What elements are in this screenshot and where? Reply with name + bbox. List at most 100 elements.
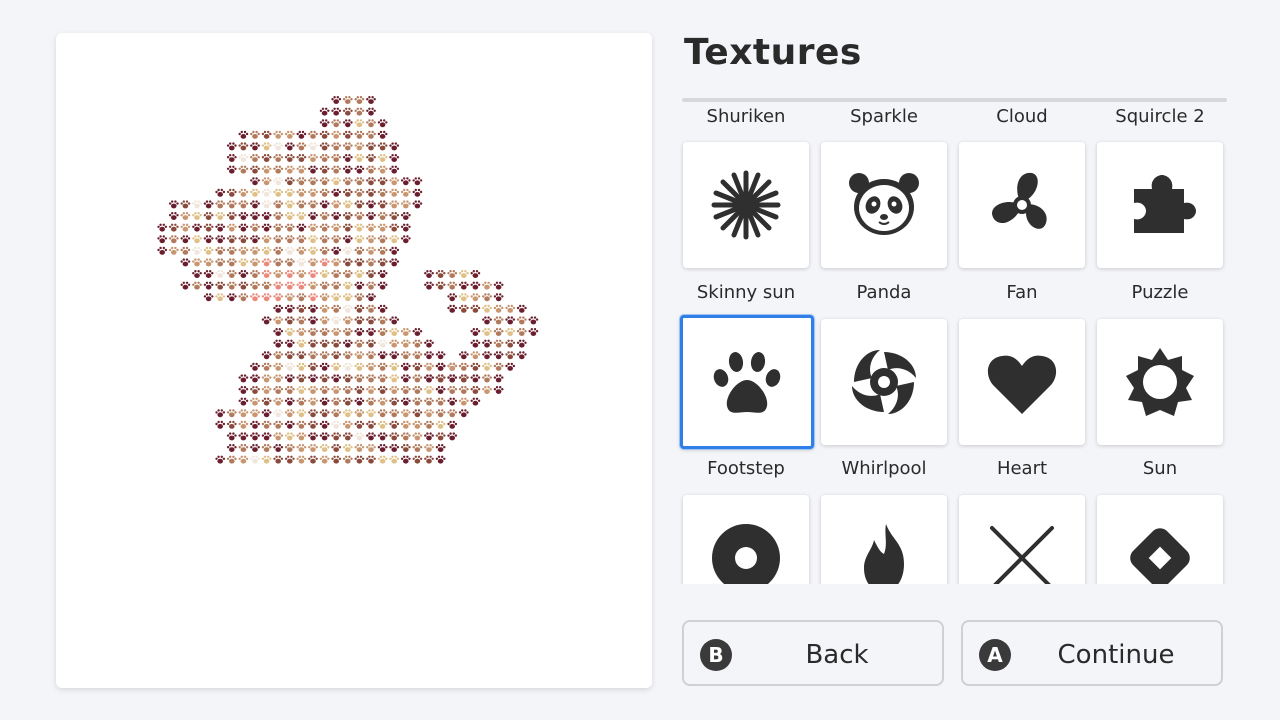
paw-pixel	[261, 142, 272, 151]
paw-pixel	[470, 397, 481, 406]
paw-pixel	[250, 281, 260, 290]
paw-pixel	[505, 339, 516, 348]
back-button[interactable]: B Back	[682, 620, 944, 686]
paw-pixel	[308, 444, 318, 452]
continue-button[interactable]: A Continue	[961, 620, 1223, 686]
paw-pixel	[215, 281, 226, 290]
paw-pixel	[250, 200, 260, 209]
paw-pixel	[273, 270, 284, 278]
paw-pixel	[482, 304, 492, 313]
paw-pixel	[389, 420, 400, 429]
paw-pixel	[424, 362, 434, 371]
paw-pixel	[296, 420, 307, 429]
paw-pixel	[331, 107, 342, 116]
paw-pixel	[366, 119, 376, 128]
paw-pixel	[342, 293, 353, 302]
texture-diamond[interactable]	[1097, 495, 1223, 584]
paw-pixel	[389, 223, 400, 232]
texture-footstep[interactable]	[680, 315, 814, 449]
paw-pixel	[342, 339, 353, 348]
paw-pixel	[203, 270, 214, 278]
paw-pixel	[366, 386, 376, 394]
paw-pixel	[215, 223, 226, 232]
paw-pixel	[308, 188, 318, 197]
texture-flame[interactable]	[821, 495, 947, 584]
paw-pixel	[342, 386, 353, 394]
paw-pixel	[308, 142, 318, 151]
paw-pixel	[424, 270, 434, 278]
paw-pixel	[284, 246, 295, 255]
paw-pixel	[273, 154, 284, 162]
paw-pixel	[250, 374, 260, 383]
paw-pixel	[284, 142, 295, 151]
paw-pixel	[400, 177, 411, 186]
texture-panda[interactable]	[821, 142, 947, 268]
texture-heart[interactable]	[959, 319, 1085, 445]
paw-pixel	[250, 130, 260, 139]
paw-pixel	[528, 316, 539, 325]
paw-pixel	[192, 223, 202, 232]
paw-pixel	[342, 96, 353, 104]
texture-sun[interactable]	[1097, 319, 1223, 445]
paw-pixel	[308, 362, 318, 371]
paw-pixel	[180, 281, 191, 290]
paw-pixel	[308, 420, 318, 429]
texture-whirlpool[interactable]	[821, 319, 947, 445]
paw-pixel	[482, 362, 492, 371]
paw-pixel	[284, 420, 295, 429]
paw-pixel	[284, 270, 295, 278]
texture-fan[interactable]	[959, 142, 1085, 268]
paw-pixel	[342, 281, 353, 290]
paw-pixel	[238, 420, 249, 429]
paw-pixel	[505, 351, 516, 360]
paw-pixel	[366, 316, 376, 325]
paw-pixel	[354, 409, 365, 418]
paw-pixel	[354, 223, 365, 232]
paw-pixel	[366, 328, 376, 336]
paw-pixel	[308, 293, 318, 302]
paw-pixel	[354, 270, 365, 278]
paw-pixel	[215, 455, 226, 464]
paw-pixel	[412, 432, 423, 441]
paw-pixel	[238, 386, 249, 394]
paw-pixel	[342, 362, 353, 371]
paw-pixel	[458, 293, 469, 302]
texture-cross[interactable]	[959, 495, 1085, 584]
paw-pixel	[308, 409, 318, 418]
paw-pixel	[400, 328, 411, 336]
paw-pixel	[308, 246, 318, 255]
texture-puzzle[interactable]	[1097, 142, 1223, 268]
paw-pixel	[250, 397, 260, 406]
paw-pixel	[342, 165, 353, 174]
paw-pixel	[377, 258, 388, 267]
paw-pixel	[377, 316, 388, 325]
texture-skinny-sun[interactable]	[683, 142, 809, 268]
paw-pixel	[447, 270, 458, 278]
paw-pixel	[261, 281, 272, 290]
paw-pixel	[400, 409, 411, 418]
paw-pixel	[226, 432, 237, 441]
paw-pixel	[261, 223, 272, 232]
paw-pixel	[261, 386, 272, 394]
texture-donut[interactable]	[683, 495, 809, 584]
paw-pixel	[273, 200, 284, 209]
texture-grid[interactable]: Shuriken Sparkle Cloud Squircle 2 Skinny…	[670, 102, 1240, 584]
paw-pixel	[377, 212, 388, 220]
paw-pixel	[203, 293, 214, 302]
paw-pixel	[192, 270, 202, 278]
paw-pixel	[273, 420, 284, 429]
paw-pixel	[412, 351, 423, 360]
paw-pixel	[412, 444, 423, 452]
paw-pixel	[400, 397, 411, 406]
paw-pixel	[400, 200, 411, 209]
paw-pixel	[319, 165, 330, 174]
paw-pixel	[296, 432, 307, 441]
paw-pixel	[319, 455, 330, 464]
paw-pixel	[226, 246, 237, 255]
paw-pixel	[319, 188, 330, 197]
paw-pixel	[342, 397, 353, 406]
texture-label: Panda	[856, 282, 912, 303]
paw-pixel	[342, 177, 353, 186]
paw-pixel	[331, 420, 342, 429]
paw-pixel	[435, 420, 446, 429]
